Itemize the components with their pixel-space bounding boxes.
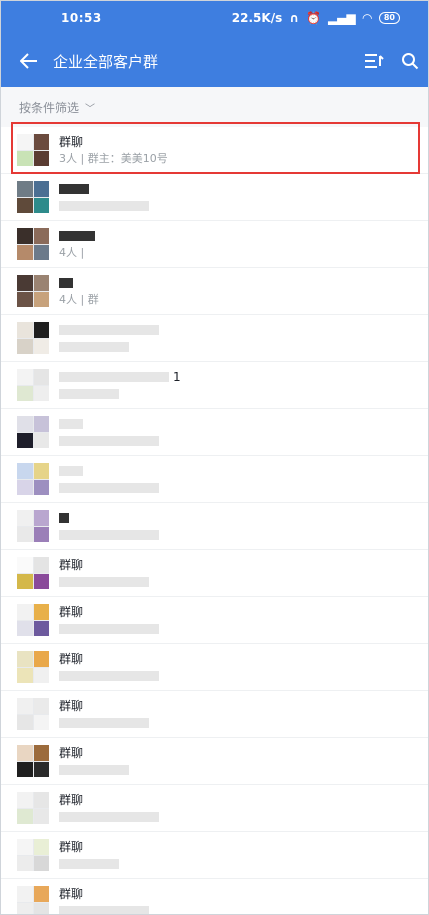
- filter-list-icon[interactable]: [356, 53, 392, 69]
- group-row[interactable]: [1, 174, 428, 221]
- group-avatar: [17, 463, 49, 495]
- group-row[interactable]: 群聊: [1, 832, 428, 879]
- group-name: 群聊: [59, 651, 84, 666]
- page-title: 企业全部客户群: [53, 52, 159, 71]
- group-meta: 4人 |: [59, 245, 85, 259]
- group-meta: 4人 | 群: [59, 292, 99, 306]
- status-bar: 10:53 22.5K/s ∩ ⏰ ▂▄▆ ◠ 80: [1, 1, 428, 35]
- group-name: [59, 181, 153, 198]
- group-meta: [59, 574, 153, 590]
- group-meta: [59, 903, 153, 914]
- group-row[interactable]: 群聊: [1, 550, 428, 597]
- group-row[interactable]: 群聊: [1, 691, 428, 738]
- status-time: 10:53: [61, 11, 102, 25]
- group-avatar: [17, 839, 49, 871]
- group-meta: [59, 715, 153, 731]
- group-row[interactable]: [1, 503, 428, 550]
- group-row[interactable]: 4人 |: [1, 221, 428, 268]
- group-name: 群聊: [59, 745, 84, 760]
- group-name: [59, 510, 163, 527]
- group-avatar: [17, 604, 49, 636]
- group-row[interactable]: [1, 409, 428, 456]
- filter-label: 按条件筛选: [19, 100, 80, 115]
- search-icon[interactable]: [392, 52, 428, 70]
- filter-dropdown[interactable]: 按条件筛选 ﹀: [1, 87, 428, 127]
- group-avatar: [17, 416, 49, 448]
- signal-icon: ▂▄▆: [327, 11, 356, 25]
- group-meta: [59, 621, 163, 637]
- group-row[interactable]: 群聊 3人 | 群主：美美10号: [1, 127, 428, 174]
- group-meta: [59, 386, 181, 402]
- group-meta: [59, 198, 153, 214]
- group-name: 群聊: [59, 134, 84, 149]
- group-meta: [59, 433, 163, 449]
- group-row[interactable]: 群聊: [1, 597, 428, 644]
- app-header: 10:53 22.5K/s ∩ ⏰ ▂▄▆ ◠ 80 企业全部客户群: [1, 1, 428, 87]
- group-avatar: [17, 651, 49, 683]
- group-avatar: [17, 557, 49, 589]
- group-name: [59, 228, 99, 245]
- chevron-down-icon: ﹀: [85, 103, 96, 115]
- group-name: 群聊: [59, 792, 84, 807]
- group-name: 群聊: [59, 557, 84, 572]
- headphone-icon: ∩: [289, 11, 299, 25]
- group-avatar: [17, 134, 49, 166]
- back-arrow-icon[interactable]: [1, 53, 51, 69]
- group-avatar: [17, 886, 49, 914]
- group-name: 群聊: [59, 698, 84, 713]
- group-row[interactable]: 群聊: [1, 644, 428, 691]
- group-name: 群聊: [59, 886, 84, 901]
- group-avatar: [17, 698, 49, 730]
- group-name: [59, 416, 163, 433]
- group-avatar: [17, 510, 49, 542]
- group-row[interactable]: 4人 | 群: [1, 268, 428, 315]
- group-avatar: [17, 322, 49, 354]
- nav-bar: 企业全部客户群: [1, 35, 428, 87]
- group-meta: [59, 856, 123, 872]
- group-name: 1: [59, 369, 181, 386]
- group-meta: [59, 339, 163, 355]
- group-meta: [59, 480, 163, 496]
- group-row[interactable]: [1, 456, 428, 503]
- group-row[interactable]: 群聊: [1, 879, 428, 914]
- group-meta: 3人 | 群主：美美10号: [59, 151, 168, 165]
- group-list: 群聊 3人 | 群主：美美10号 4人 | 4人 | 群 1 群聊 群聊 群聊 …: [1, 127, 428, 914]
- phone-screen: 10:53 22.5K/s ∩ ⏰ ▂▄▆ ◠ 80 企业全部客户群 按条件筛选…: [0, 0, 429, 915]
- network-speed: 22.5K/s: [231, 11, 283, 25]
- group-meta: [59, 527, 163, 543]
- alarm-icon: ⏰: [305, 11, 321, 25]
- group-row[interactable]: 群聊: [1, 785, 428, 832]
- group-meta: [59, 762, 133, 778]
- group-row[interactable]: 群聊: [1, 738, 428, 785]
- wifi-icon: ◠: [362, 11, 372, 25]
- group-name: [59, 322, 163, 339]
- group-avatar: [17, 181, 49, 213]
- group-name: [59, 275, 99, 292]
- status-icons: 22.5K/s ∩ ⏰ ▂▄▆ ◠ 80: [232, 11, 400, 25]
- group-avatar: [17, 275, 49, 307]
- group-meta: [59, 809, 163, 825]
- group-avatar: [17, 745, 49, 777]
- group-name: [59, 463, 163, 480]
- group-avatar: [17, 369, 49, 401]
- battery-icon: 80: [378, 12, 400, 24]
- group-row[interactable]: [1, 315, 428, 362]
- group-avatar: [17, 792, 49, 824]
- group-avatar: [17, 228, 49, 260]
- group-name: 群聊: [59, 604, 84, 619]
- group-meta: [59, 668, 163, 684]
- group-row[interactable]: 1: [1, 362, 428, 409]
- group-name: 群聊: [59, 839, 84, 854]
